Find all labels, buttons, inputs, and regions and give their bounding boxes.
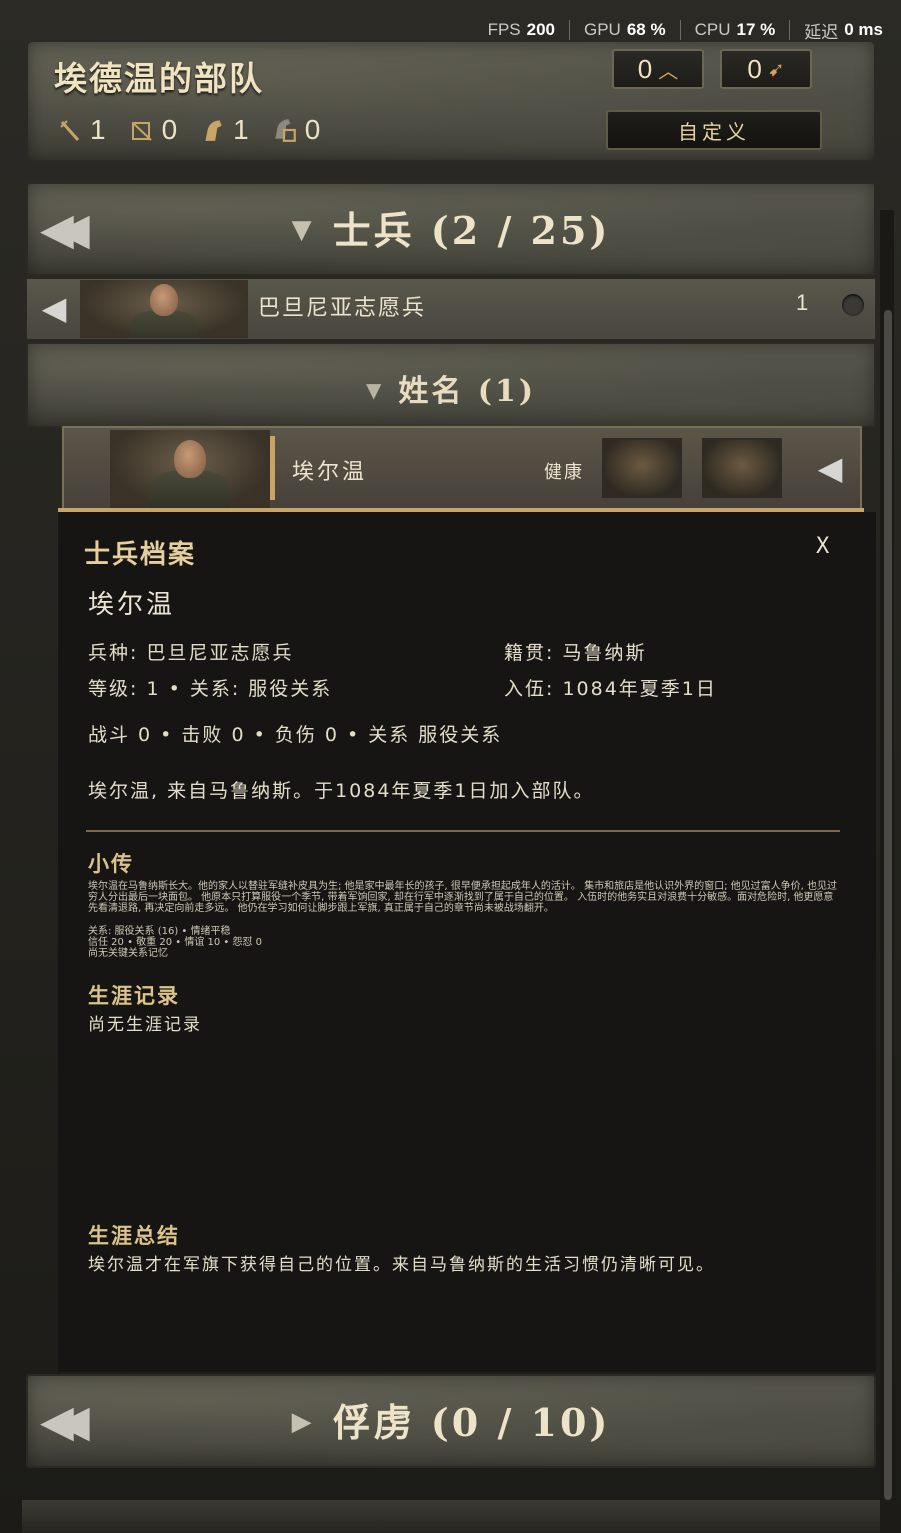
horse-archer-stat: 0 — [271, 114, 321, 146]
archer-stat: 0 — [128, 114, 178, 146]
bio-text: 埃尔温在马鲁纳斯长大。他的家人以替驻军缝补皮具为生; 他是家中最年长的孩子, 很… — [88, 881, 837, 914]
upgrade-counter[interactable]: 0 ︿ — [612, 49, 704, 89]
latency-value: 0 ms — [844, 20, 883, 39]
summary-line: 埃尔温, 来自马鲁纳斯。于1084年夏季1日加入部队。 — [88, 780, 595, 802]
prisoners-count: 俘虏 (0 / 10) — [332, 1400, 611, 1445]
hero-divider — [270, 436, 275, 500]
bio-relation: 关系: 服役关系 (16) • 情绪平稳 — [88, 926, 231, 937]
recruit-count: 0 — [747, 53, 762, 84]
horse-head-icon — [199, 116, 227, 144]
profile-name: 埃尔温 — [88, 590, 176, 620]
hero-status: 健康 — [544, 462, 584, 483]
performance-overlay: FPS 200 GPU 68 % CPU 17 % 延迟 0 ms — [474, 18, 883, 42]
customize-button[interactable]: 自定义 — [606, 110, 822, 150]
party-header: 埃德温的部队 1 0 1 0 0 ︿ 0 ➹ 自定义 — [26, 40, 876, 162]
battle-record: 战斗 0 • 击败 0 • 负伤 0 • 关系 服役关系 — [88, 724, 503, 746]
hero-name: 埃尔温 — [292, 460, 368, 485]
gpu-value: 68 % — [626, 20, 666, 39]
cavalry-stat: 1 — [199, 114, 249, 146]
companion-portrait-2[interactable] — [702, 438, 782, 498]
horse-archer-icon — [271, 116, 299, 144]
prisoners-section-title: ▶ 俘虏 (0 / 10) — [26, 1392, 876, 1447]
recruit-arrow-icon: ➹ — [767, 58, 785, 81]
bio-memory: 尚无关键关系记忆 — [88, 948, 168, 959]
party-title: 埃德温的部队 — [54, 59, 264, 98]
troop-type: 兵种: 巴旦尼亚志愿兵 — [88, 642, 294, 664]
bow-icon — [128, 116, 156, 144]
summary-heading: 生涯总结 — [88, 1224, 180, 1248]
enlisted-date: 入伍: 1084年夏季1日 — [504, 678, 717, 700]
infantry-stat: 1 — [56, 114, 106, 146]
cavalry-count: 1 — [233, 114, 249, 145]
infantry-count: 1 — [90, 114, 106, 145]
expand-triangle-icon: ▶ — [291, 1407, 315, 1437]
cpu-value: 17 % — [736, 20, 776, 39]
troop-row[interactable]: ◀ 巴旦尼亚志愿兵 1 — [26, 278, 876, 340]
transfer-left-icon[interactable]: ◀ — [32, 286, 76, 330]
latency-label: 延迟 — [804, 22, 839, 42]
troop-count: 1 — [796, 290, 809, 315]
party-stats: 1 0 1 0 — [56, 114, 320, 146]
scrollbar-thumb[interactable] — [884, 310, 892, 1500]
recruit-counter[interactable]: 0 ➹ — [720, 49, 812, 89]
cpu-label: CPU — [694, 20, 731, 39]
soldier-profile-panel: 士兵档案 X 埃尔温 兵种: 巴旦尼亚志愿兵 籍贯: 马鲁纳斯 等级: 1 • … — [58, 512, 876, 1372]
origin: 籍贯: 马鲁纳斯 — [504, 642, 647, 664]
soldiers-section-header[interactable]: ◀◀ ▼ 士兵 (2 / 25) — [26, 182, 876, 276]
bio-stats: 信任 20 • 敬重 20 • 情谊 10 • 怨怼 0 — [88, 937, 263, 948]
companion-portrait-1[interactable] — [602, 438, 682, 498]
sword-icon — [56, 116, 84, 144]
chevron-up-icon: ︿ — [658, 60, 679, 83]
level-relation: 等级: 1 • 关系: 服役关系 — [88, 678, 333, 700]
transfer-left-icon[interactable]: ◀ — [808, 446, 852, 490]
troop-name: 巴旦尼亚志愿兵 — [258, 296, 427, 321]
horse-archer-count: 0 — [304, 114, 321, 145]
section-divider — [86, 830, 840, 832]
prisoners-section-header[interactable]: ◀◀ ▶ 俘虏 (0 / 10) — [26, 1374, 876, 1468]
profile-title: 士兵档案 — [84, 540, 197, 570]
troop-select-dot[interactable] — [842, 294, 864, 316]
soldiers-section-title: ▼ 士兵 (2 / 25) — [26, 200, 876, 255]
gpu-label: GPU — [584, 20, 621, 39]
summary-text: 埃尔温才在军旗下获得自己的位置。来自马鲁纳斯的生活习惯仍清晰可见。 — [88, 1255, 715, 1275]
archer-count: 0 — [161, 114, 178, 145]
hero-portrait — [110, 430, 270, 508]
career-heading: 生涯记录 — [88, 984, 180, 1008]
named-soldiers-header[interactable]: ▼ 姓名 (1) — [26, 342, 876, 428]
collapse-triangle-icon: ▼ — [365, 378, 385, 402]
fps-label: FPS — [487, 20, 521, 39]
named-count: 姓名 (1) — [398, 374, 537, 409]
close-button[interactable]: X — [816, 534, 829, 559]
troop-portrait — [80, 280, 248, 338]
bio-heading: 小传 — [88, 852, 134, 876]
fps-value: 200 — [526, 20, 555, 39]
bottom-frame — [22, 1500, 880, 1533]
collapse-triangle-icon: ▼ — [291, 215, 315, 245]
named-soldier-row[interactable]: 埃尔温 健康 ◀ — [62, 426, 862, 510]
soldiers-count: 士兵 (2 / 25) — [332, 208, 611, 253]
upgrade-count: 0 — [637, 53, 653, 84]
career-text: 尚无生涯记录 — [88, 1015, 202, 1035]
named-section-title: ▼ 姓名 (1) — [26, 366, 876, 410]
